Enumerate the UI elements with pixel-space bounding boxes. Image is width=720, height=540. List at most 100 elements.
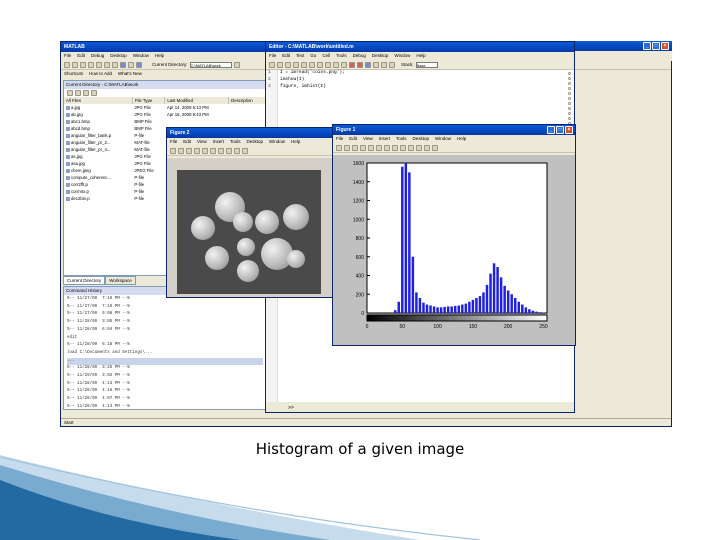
history-item[interactable]: %-- 11/28/09 4:07 PM --% xyxy=(67,396,263,404)
redo-icon[interactable] xyxy=(325,61,331,68)
minimize-icon[interactable]: _ xyxy=(547,126,555,134)
breakpoint-dot-icon[interactable] xyxy=(567,87,571,90)
new-figure-icon[interactable] xyxy=(336,144,342,151)
open-folder-icon[interactable] xyxy=(344,144,350,151)
find-icon[interactable] xyxy=(83,90,89,96)
file-row[interactable]: a.jpg JPG File Apr 14, 2008 6:13 PM xyxy=(64,104,266,111)
menu-file[interactable]: File xyxy=(64,53,71,59)
rotate-icon[interactable] xyxy=(234,147,240,154)
menu-desktop[interactable]: Desktop xyxy=(110,53,127,59)
data-cursor-icon[interactable] xyxy=(408,144,414,151)
history-item[interactable]: %-- 11/29/09 3:02 PM --% xyxy=(67,373,263,381)
open-folder-icon[interactable] xyxy=(178,147,184,154)
menu-help[interactable]: Help xyxy=(457,136,466,142)
pan-icon[interactable] xyxy=(392,144,398,151)
minimize-icon[interactable]: _ xyxy=(643,42,651,50)
history-item[interactable]: %-- 11/28/09 3:25 PM --% xyxy=(67,365,263,373)
shortcut-how-to-add[interactable]: How to Add xyxy=(89,71,112,77)
menu-insert[interactable]: Insert xyxy=(213,139,224,145)
history-item[interactable]: %-- 11/28/09 6:18 PM --% xyxy=(67,342,263,350)
breakpoint-dot-icon[interactable] xyxy=(567,77,571,80)
undo-icon[interactable] xyxy=(317,61,323,68)
history-item[interactable]: %-- 11/28/09 6:04 PM --% xyxy=(67,327,263,335)
history-item[interactable]: %-- 11/28/09 4:16 PM --% xyxy=(67,388,263,396)
shortcut-whats-new[interactable]: What's New xyxy=(118,71,142,77)
up-folder-icon[interactable] xyxy=(67,90,73,96)
menu-desktop[interactable]: Desktop xyxy=(413,136,430,142)
open-folder-icon[interactable] xyxy=(72,61,78,68)
menu-window[interactable]: Window xyxy=(133,53,149,59)
rotate-icon[interactable] xyxy=(400,144,406,151)
paste-icon[interactable] xyxy=(96,61,102,68)
maximize-icon[interactable]: □ xyxy=(556,126,564,134)
history-item[interactable]: ... xyxy=(67,357,263,366)
print-icon[interactable] xyxy=(333,61,339,68)
menu-edit[interactable]: Edit xyxy=(183,139,191,145)
save-icon[interactable] xyxy=(352,144,358,151)
menu-edit[interactable]: Edit xyxy=(349,136,357,142)
breakpoint-dot-icon[interactable] xyxy=(567,92,571,95)
file-row[interactable]: ab.jpg JPG File Apr 16, 2008 9:43 PM xyxy=(64,111,266,118)
current-directory-input[interactable]: C:\MATLAB\work xyxy=(189,61,232,68)
run-icon[interactable] xyxy=(365,61,371,68)
menu-debug[interactable]: Debug xyxy=(353,53,366,59)
save-icon[interactable] xyxy=(285,61,291,68)
breakpoint-dot-icon[interactable] xyxy=(567,102,571,105)
code-line[interactable]: 1 I = imread('coins.png'); xyxy=(266,70,574,77)
copy-icon[interactable] xyxy=(88,61,94,68)
report-icon[interactable] xyxy=(91,90,97,96)
pointer-icon[interactable] xyxy=(202,147,208,154)
menu-cell[interactable]: Cell xyxy=(322,53,330,59)
breakpoint-dot-icon[interactable] xyxy=(567,97,571,100)
menu-file[interactable]: File xyxy=(336,136,343,142)
copy-icon[interactable] xyxy=(301,61,307,68)
history-item[interactable]: %-- 11/28/09 4:13 PM --% xyxy=(67,381,263,389)
menu-window[interactable]: Window xyxy=(394,53,410,59)
breakpoint-dot-icon[interactable] xyxy=(567,82,571,85)
help-icon[interactable] xyxy=(136,61,142,68)
code-line[interactable]: 2 imshow(I) xyxy=(266,77,574,84)
cut-icon[interactable] xyxy=(293,61,299,68)
clear-breakpoints-icon[interactable] xyxy=(357,61,363,68)
browse-icon[interactable] xyxy=(233,61,240,68)
history-item[interactable]: load C:\Documents and Settings\... xyxy=(67,350,263,358)
maximize-icon[interactable]: □ xyxy=(652,42,660,50)
zoom-out-icon[interactable] xyxy=(384,144,390,151)
menu-window[interactable]: Window xyxy=(269,139,285,145)
zoom-in-icon[interactable] xyxy=(210,147,216,154)
menu-file[interactable]: File xyxy=(170,139,177,145)
col-last-modified[interactable]: Last Modified xyxy=(164,97,230,104)
new-file-icon[interactable] xyxy=(269,61,275,68)
menu-desktop[interactable]: Desktop xyxy=(372,53,389,59)
col-description[interactable]: Description xyxy=(228,97,266,104)
simulink-icon[interactable] xyxy=(120,61,126,68)
new-folder-icon[interactable] xyxy=(75,90,81,96)
new-figure-icon[interactable] xyxy=(170,147,176,154)
history-item[interactable]: %-- 11/28/09 3:05 PM --% xyxy=(67,319,263,327)
close-icon[interactable]: × xyxy=(565,126,573,134)
step-icon[interactable] xyxy=(373,61,379,68)
menu-debug[interactable]: Debug xyxy=(91,53,104,59)
close-icon[interactable]: × xyxy=(661,42,669,50)
legend-icon[interactable] xyxy=(432,144,438,151)
col-file-type[interactable]: File Type xyxy=(132,97,166,104)
stack-select[interactable]: Base xyxy=(415,61,438,68)
menu-edit[interactable]: Edit xyxy=(77,53,85,59)
new-file-icon[interactable] xyxy=(64,61,70,68)
print-icon[interactable] xyxy=(194,147,200,154)
menu-text[interactable]: Text xyxy=(296,53,304,59)
history-item[interactable]: %-- 11/28/09 4:13 PM --% xyxy=(67,404,263,409)
code-line[interactable]: 3 figure, imhist(I) xyxy=(266,84,574,91)
start-button[interactable]: Start xyxy=(64,420,74,425)
menu-tools[interactable]: Tools xyxy=(336,53,347,59)
breakpoint-dot-icon[interactable] xyxy=(567,72,571,75)
figure-1-titlebar[interactable]: Figure 1 _ □ × xyxy=(333,125,575,135)
menu-tools[interactable]: Tools xyxy=(230,139,241,145)
step-in-icon[interactable] xyxy=(381,61,387,68)
breakpoint-icon[interactable] xyxy=(349,61,355,68)
print-icon[interactable] xyxy=(360,144,366,151)
breakpoint-dot-icon[interactable] xyxy=(567,107,571,110)
history-item[interactable]: %-- 11/27/09 7:16 PM --% xyxy=(67,304,263,312)
history-item[interactable]: edit xyxy=(67,335,263,343)
col-all-files[interactable]: All Files xyxy=(64,97,133,104)
